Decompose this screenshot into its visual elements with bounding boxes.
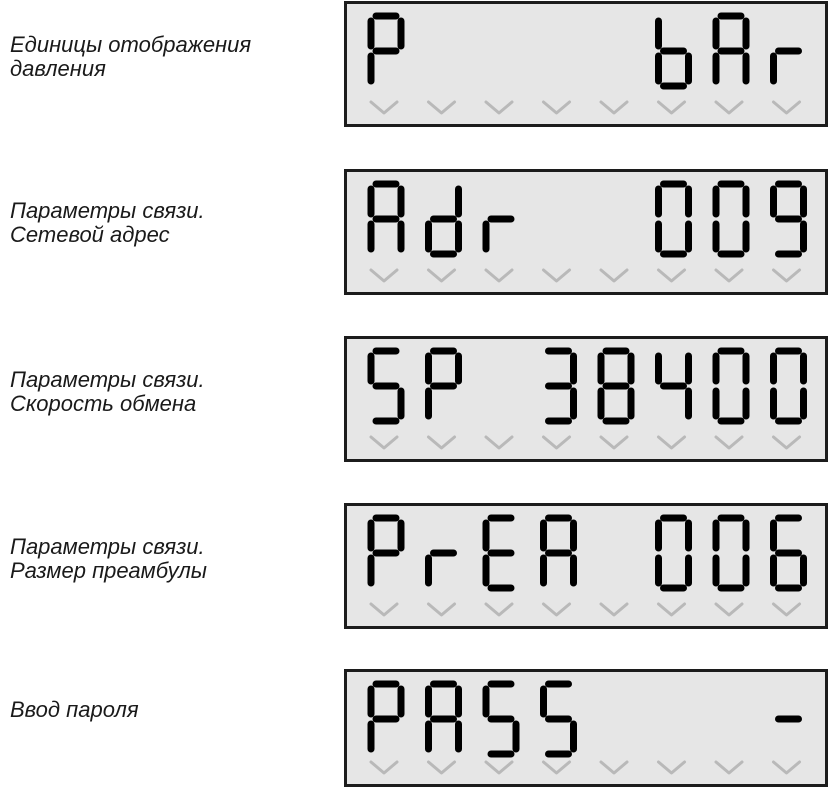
lcd-segments (367, 12, 802, 115)
lcd-digit (540, 514, 577, 587)
chevron-down-icon (484, 100, 514, 115)
lcd-display (344, 669, 828, 787)
lcd-digit (367, 347, 405, 425)
chevron-down-icon (484, 435, 514, 450)
chevron-down-icon (542, 602, 571, 617)
chevron-down-icon (599, 602, 629, 617)
parameter-label: Ввод пароля (10, 698, 330, 722)
lcd-digit (482, 215, 515, 253)
chevron-down-icon (484, 760, 514, 775)
lcd-digit (655, 352, 692, 420)
chevron-down-icon (542, 100, 571, 115)
chevron-down-icon (714, 100, 744, 115)
chevron-down-icon (542, 435, 571, 450)
chevron-down-icon (772, 760, 801, 775)
parameter-label: Параметры связи. Размер преамбулы (10, 535, 330, 583)
chevron-down-icon (772, 268, 801, 283)
lcd-digit (545, 347, 577, 425)
chevron-down-icon (427, 760, 456, 775)
chevron-down-icon (599, 435, 629, 450)
parameter-label: Параметры связи. Сетевой адрес (10, 199, 330, 247)
parameter-label-line: Скорость обмена (10, 391, 197, 416)
lcd-digit (655, 514, 692, 592)
lcd-digit (367, 180, 405, 253)
display-row: Единицы отображения давления (0, 0, 833, 130)
parameter-label-line: Размер преамбулы (10, 558, 207, 583)
lcd-digit (540, 680, 577, 758)
lcd-digit (770, 514, 807, 592)
parameter-label-line: давления (10, 56, 106, 81)
chevron-down-icon (657, 602, 686, 617)
chevron-down-icon (484, 268, 514, 283)
chevron-down-icon (714, 435, 744, 450)
parameter-label-line: Ввод пароля (10, 697, 139, 722)
lcd-segments (367, 180, 807, 283)
lcd-segments (367, 347, 807, 450)
lcd-digit (425, 680, 462, 753)
parameter-label-line: Параметры связи. (10, 534, 205, 559)
chevron-down-icon (369, 268, 399, 283)
chevron-down-icon (772, 602, 801, 617)
chevron-down-icon (714, 268, 744, 283)
chevron-down-icon (369, 602, 399, 617)
lcd-digit (367, 12, 405, 85)
lcd-digit (597, 347, 635, 425)
lcd-digit (770, 347, 807, 425)
lcd-segments (367, 680, 802, 775)
chevron-down-icon (484, 602, 514, 617)
lcd-digit (712, 514, 750, 592)
chevron-down-icon (714, 602, 744, 617)
chevron-down-icon (714, 760, 744, 775)
lcd-digit (712, 12, 750, 85)
chevron-down-icon (369, 435, 399, 450)
lcd-display (344, 169, 828, 295)
chevron-down-icon (657, 760, 686, 775)
lcd-display (344, 503, 828, 629)
chevron-down-icon (542, 268, 571, 283)
lcd-segments (367, 514, 807, 617)
parameter-label-line: Сетевой адрес (10, 222, 170, 247)
chevron-down-icon (657, 435, 686, 450)
lcd-digit (367, 514, 405, 587)
lcd-display (344, 1, 828, 127)
chevron-down-icon (427, 100, 456, 115)
display-row: Параметры связи. Сетевой адрес (0, 167, 833, 297)
parameter-label: Параметры связи. Скорость обмена (10, 368, 330, 416)
parameter-label: Единицы отображения давления (10, 33, 330, 81)
lcd-digit (712, 347, 750, 425)
display-row: Параметры связи. Скорость обмена (0, 334, 833, 464)
lcd-digit (712, 180, 750, 258)
chevron-down-icon (542, 760, 571, 775)
parameter-label-line: Параметры связи. (10, 367, 205, 392)
chevron-down-icon (369, 100, 399, 115)
display-row: Ввод пароля (0, 668, 833, 798)
lcd-display (344, 336, 828, 462)
parameter-label-line: Параметры связи. (10, 198, 205, 223)
display-row: Параметры связи. Размер преамбулы (0, 501, 833, 631)
lcd-digit (770, 180, 807, 258)
lcd-digit (425, 347, 462, 420)
chevron-down-icon (369, 760, 399, 775)
chevron-down-icon (599, 100, 629, 115)
chevron-down-icon (772, 100, 801, 115)
chevron-down-icon (599, 760, 629, 775)
parameter-label-line: Единицы отображения (10, 32, 252, 57)
lcd-digit (425, 549, 457, 587)
lcd-digit (770, 47, 802, 85)
chevron-down-icon (657, 268, 686, 283)
chevron-down-icon (599, 268, 629, 283)
lcd-digit (482, 514, 515, 592)
chevron-down-icon (427, 435, 456, 450)
lcd-digit (482, 680, 520, 758)
lcd-digit (655, 180, 692, 258)
lcd-digit (367, 680, 405, 753)
chevron-down-icon (657, 100, 686, 115)
lcd-digit (655, 17, 692, 90)
lcd-digit (425, 185, 462, 258)
chevron-down-icon (427, 602, 456, 617)
chevron-down-icon (427, 268, 456, 283)
chevron-down-icon (772, 435, 801, 450)
